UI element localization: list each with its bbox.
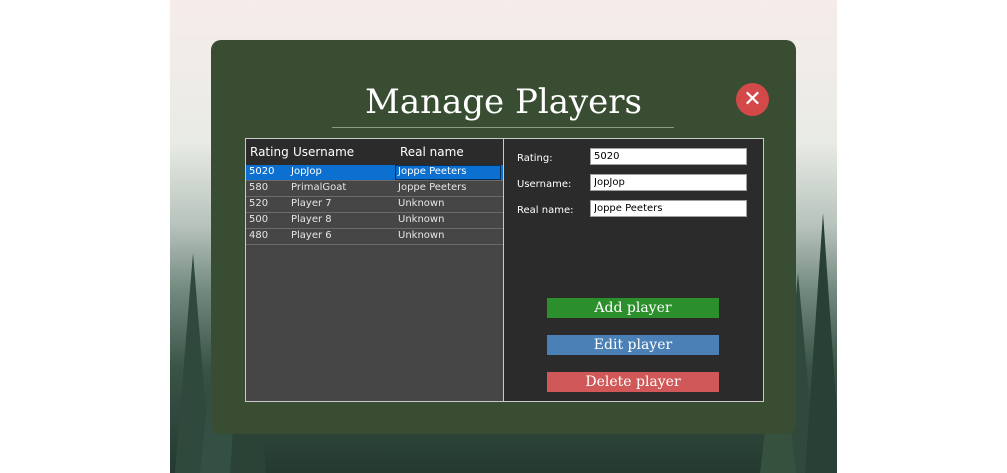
cell-username: JopJop	[291, 166, 322, 177]
table-row[interactable]: 580 PrimalGoat Joppe Peeters	[246, 181, 503, 197]
cell-rating: 580	[249, 182, 269, 193]
cell-username: Player 8	[291, 214, 332, 225]
username-label: Username:	[517, 179, 572, 190]
cell-username: PrimalGoat	[291, 182, 347, 193]
edit-player-button[interactable]: Edit player	[547, 335, 719, 355]
manage-players-dialog: Manage Players ✕ Rating Username Real na…	[211, 40, 796, 434]
table-row[interactable]: 520 Player 7 Unknown	[246, 197, 503, 213]
cell-rating: 520	[249, 198, 269, 209]
close-button[interactable]: ✕	[736, 83, 769, 116]
cell-rating: 5020	[249, 166, 275, 177]
cell-rating: 500	[249, 214, 269, 225]
title-underline	[332, 127, 674, 128]
column-header-realname[interactable]: Real name	[400, 145, 464, 159]
cell-realname: Joppe Peeters	[398, 182, 467, 193]
dialog-title: Manage Players	[365, 82, 642, 122]
cell-username: Player 6	[291, 230, 332, 241]
table-row[interactable]: 5020 JopJop Joppe Peeters	[246, 165, 503, 181]
close-icon: ✕	[743, 87, 762, 112]
cell-rating: 480	[249, 230, 269, 241]
player-form: Rating: Username: Real name: Add player …	[504, 139, 763, 401]
rating-label: Rating:	[517, 153, 553, 164]
realname-input[interactable]	[590, 200, 747, 217]
table-row[interactable]: 480 Player 6 Unknown	[246, 229, 503, 245]
add-player-button[interactable]: Add player	[547, 298, 719, 318]
cell-realname: Unknown	[398, 214, 445, 225]
cell-realname: Unknown	[398, 198, 445, 209]
cell-realname: Joppe Peeters	[398, 166, 467, 177]
realname-label: Real name:	[517, 205, 574, 216]
cell-username: Player 7	[291, 198, 332, 209]
list-header: Rating Username Real name	[246, 139, 503, 165]
delete-player-button[interactable]: Delete player	[547, 372, 719, 392]
table-row[interactable]: 500 Player 8 Unknown	[246, 213, 503, 229]
cell-realname: Unknown	[398, 230, 445, 241]
column-header-username[interactable]: Username	[293, 145, 354, 159]
column-header-rating[interactable]: Rating	[250, 145, 289, 159]
username-input[interactable]	[590, 174, 747, 191]
content-panel: Rating Username Real name 5020 JopJop Jo…	[245, 138, 764, 402]
players-list[interactable]: Rating Username Real name 5020 JopJop Jo…	[246, 139, 504, 401]
rating-input[interactable]	[590, 148, 747, 165]
